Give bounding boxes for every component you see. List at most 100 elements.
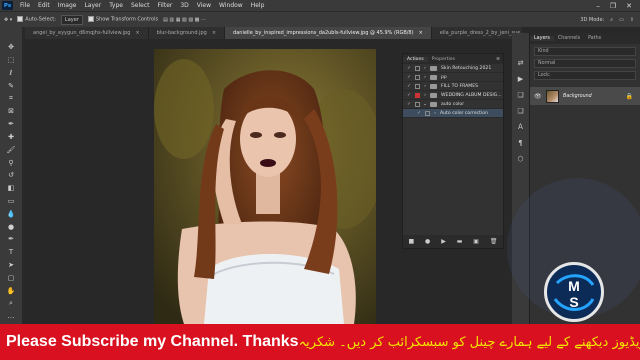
layer-kind-filter[interactable]: Kind bbox=[534, 47, 636, 56]
dialog-toggle-icon[interactable] bbox=[415, 83, 420, 89]
menu-edit[interactable]: Edit bbox=[34, 2, 54, 9]
tab-document-active[interactable]: danielle_by_inspired_impressions_da2ubls… bbox=[225, 27, 432, 39]
menu-image[interactable]: Image bbox=[54, 2, 81, 9]
action-toggle-checkmark-icon[interactable]: ✓ bbox=[415, 111, 423, 116]
rectangle-tool-icon[interactable]: ▢ bbox=[4, 271, 18, 284]
action-toggle-checkmark-icon[interactable]: ✓ bbox=[405, 75, 413, 80]
action-toggle-checkmark-icon[interactable]: ✓ bbox=[405, 84, 413, 89]
action-toggle-checkmark-icon[interactable]: ✓ bbox=[405, 66, 413, 71]
pen-tool-icon[interactable]: ✒ bbox=[4, 233, 18, 246]
expand-chevron-icon[interactable]: › bbox=[422, 93, 428, 98]
more-tools-icon[interactable]: … bbox=[4, 310, 18, 323]
dialog-toggle-icon[interactable] bbox=[415, 92, 420, 98]
path-select-icon[interactable]: ➤ bbox=[4, 259, 18, 272]
menu-select[interactable]: Select bbox=[127, 2, 154, 9]
action-item[interactable]: ✓ › FILL TO FRAMES bbox=[403, 82, 503, 91]
dialog-toggle-icon[interactable] bbox=[415, 74, 420, 80]
dialog-toggle-icon[interactable] bbox=[415, 101, 420, 107]
auto-select-label: Auto-Select: bbox=[25, 16, 56, 23]
tab-paths[interactable]: Paths bbox=[584, 36, 605, 41]
3d-icon[interactable]: ⬡ bbox=[517, 153, 523, 165]
brush-tool-icon[interactable]: 🖌 bbox=[4, 143, 18, 156]
action-item[interactable]: ✓ › Skin Retouching 2021 bbox=[403, 64, 503, 73]
eyedropper-tool-icon[interactable]: ✒ bbox=[4, 118, 18, 131]
tab-document-1[interactable]: angel_by_eyygun_d6mqjhs-fullview.jpg × bbox=[25, 27, 149, 39]
expand-chevron-icon[interactable]: › bbox=[432, 111, 438, 116]
action-toggle-checkmark-icon[interactable]: ✓ bbox=[405, 102, 413, 107]
action-item[interactable]: ✓ › Auto color correction bbox=[403, 109, 503, 118]
menu-help[interactable]: Help bbox=[247, 2, 269, 9]
restore-icon[interactable]: ❐ bbox=[610, 2, 616, 10]
tab-channels[interactable]: Channels bbox=[554, 36, 584, 41]
tab-document-2[interactable]: blur-background.jpg × bbox=[149, 27, 226, 39]
menu-3d[interactable]: 3D bbox=[176, 2, 192, 9]
document-image[interactable] bbox=[154, 49, 376, 324]
quick-select-tool-icon[interactable]: ✎ bbox=[4, 79, 18, 92]
history-brush-icon[interactable]: ↺ bbox=[4, 169, 18, 182]
trash-icon[interactable]: 🗑 bbox=[490, 238, 498, 245]
auto-select-checkbox[interactable]: Auto-Select: bbox=[17, 16, 56, 23]
layer-row-background[interactable]: 👁 Background 🔒 bbox=[530, 87, 640, 105]
tab-document-4[interactable]: ella_purple_dress_2_by_jeni_sue_d9c80r bbox=[432, 27, 522, 39]
new-set-icon[interactable]: ▬ bbox=[457, 238, 463, 245]
tab-properties[interactable]: Properties bbox=[428, 57, 459, 62]
dialog-toggle-icon[interactable] bbox=[425, 110, 430, 116]
eye-icon[interactable]: 👁 bbox=[534, 93, 542, 100]
libraries-icon[interactable]: ❏ bbox=[517, 105, 523, 117]
panel-menu-icon[interactable]: ≡ bbox=[496, 57, 503, 62]
character-icon[interactable]: Ａ bbox=[517, 121, 524, 133]
tab-close-icon[interactable]: × bbox=[135, 30, 139, 39]
zoom-tool-icon[interactable]: ⌕ bbox=[4, 297, 18, 310]
expand-chevron-icon[interactable]: › bbox=[422, 75, 428, 80]
blend-mode-select[interactable]: Normal bbox=[534, 59, 636, 68]
marquee-tool-icon[interactable]: ⬚ bbox=[4, 54, 18, 67]
eraser-tool-icon[interactable]: ◧ bbox=[4, 182, 18, 195]
dodge-tool-icon[interactable]: ● bbox=[4, 220, 18, 233]
type-tool-icon[interactable]: T bbox=[4, 246, 18, 259]
gradient-tool-icon[interactable]: ▭ bbox=[4, 195, 18, 208]
blur-tool-icon[interactable]: 💧 bbox=[4, 207, 18, 220]
lasso-tool-icon[interactable]: ℓ bbox=[4, 67, 18, 80]
crop-tool-icon[interactable]: ⌗ bbox=[4, 92, 18, 105]
search-icon[interactable]: ⌕ bbox=[610, 17, 613, 23]
menu-window[interactable]: Window bbox=[215, 2, 247, 9]
expand-chevron-icon[interactable]: › bbox=[422, 84, 428, 89]
frame-tool-icon[interactable]: ⊠ bbox=[4, 105, 18, 118]
tab-actions[interactable]: Actions bbox=[403, 56, 428, 62]
expand-chevron-icon[interactable]: ⌄ bbox=[422, 102, 428, 107]
menu-layer[interactable]: Layer bbox=[80, 2, 105, 9]
workspace-icon[interactable]: ▭ bbox=[619, 17, 624, 23]
play-icon[interactable]: ▶ bbox=[441, 238, 446, 245]
lock-controls[interactable]: Lock: bbox=[534, 71, 636, 80]
action-item[interactable]: ✓ ⌄ auto color bbox=[403, 100, 503, 109]
align-icons[interactable]: ▤ ▥ ▦ ▧ ▨ ▩ ··· bbox=[163, 17, 206, 23]
menu-file[interactable]: File bbox=[16, 2, 34, 9]
stop-icon[interactable]: ■ bbox=[408, 238, 414, 245]
menu-type[interactable]: Type bbox=[105, 2, 127, 9]
paragraph-icon[interactable]: ¶ bbox=[518, 137, 522, 149]
tab-layers[interactable]: Layers bbox=[530, 36, 554, 41]
share-icon[interactable]: ⇪ bbox=[630, 17, 634, 23]
tab-close-icon[interactable]: × bbox=[419, 30, 423, 39]
menu-filter[interactable]: Filter bbox=[154, 2, 177, 9]
expand-chevron-icon[interactable]: › bbox=[422, 66, 428, 71]
menu-view[interactable]: View bbox=[193, 2, 215, 9]
tab-close-icon[interactable]: × bbox=[212, 30, 216, 39]
move-tool-icon[interactable]: ✥ bbox=[4, 41, 18, 54]
record-icon[interactable]: ● bbox=[425, 238, 430, 245]
close-icon[interactable]: ✕ bbox=[626, 2, 632, 10]
panel-collapse-icon[interactable]: ⇄ bbox=[518, 57, 524, 69]
properties-icon[interactable]: ❏ bbox=[517, 89, 523, 101]
clone-stamp-icon[interactable]: ⚲ bbox=[4, 156, 18, 169]
actions-panel-icon[interactable]: ▶ bbox=[518, 73, 523, 85]
action-item[interactable]: ✓ › pp bbox=[403, 73, 503, 82]
auto-select-dropdown[interactable]: Layer bbox=[60, 14, 83, 25]
show-transform-checkbox[interactable]: Show Transform Controls bbox=[87, 16, 158, 23]
healing-brush-icon[interactable]: ✚ bbox=[4, 131, 18, 144]
action-toggle-checkmark-icon[interactable]: ✓ bbox=[405, 93, 413, 98]
dialog-toggle-icon[interactable] bbox=[415, 65, 420, 71]
new-action-icon[interactable]: ▣ bbox=[473, 238, 479, 245]
minimize-icon[interactable]: – bbox=[596, 2, 600, 10]
hand-tool-icon[interactable]: ✋ bbox=[4, 284, 18, 297]
action-item[interactable]: ✓ › WEDDING ALBUM DESIG... bbox=[403, 91, 503, 100]
